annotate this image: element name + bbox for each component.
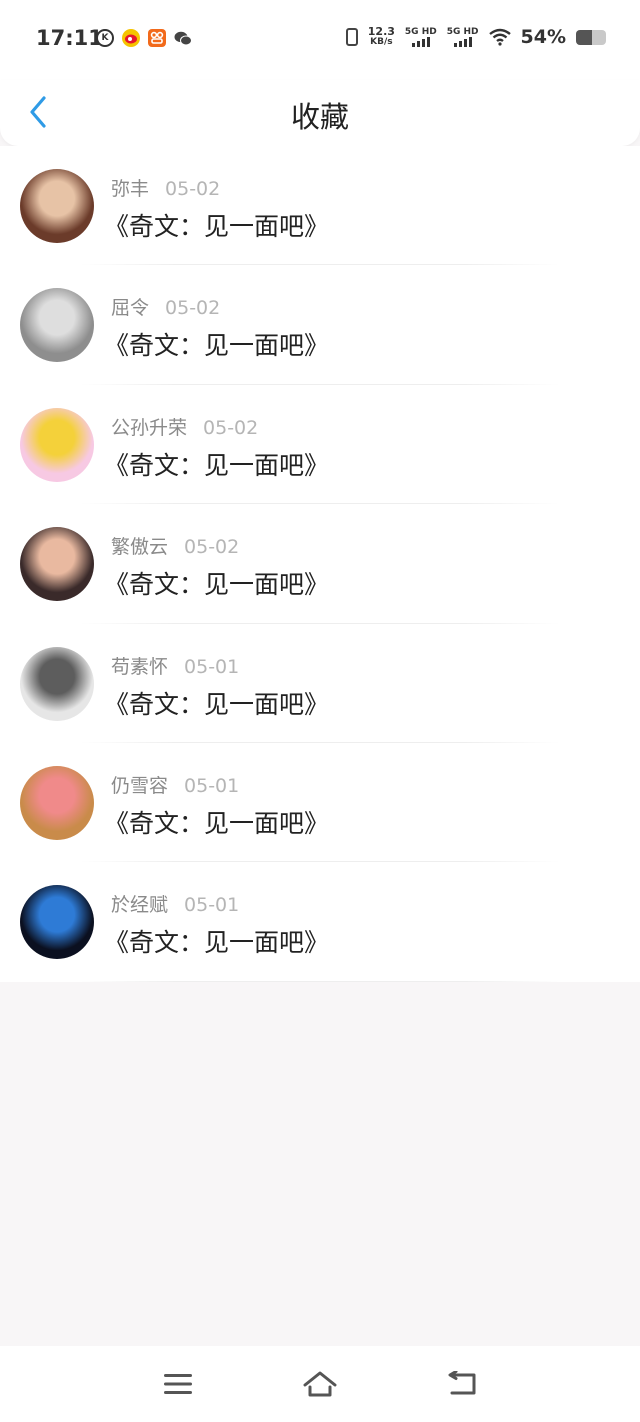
avatar[interactable] <box>20 646 94 721</box>
status-right: 12.3 KB/s 5G HD 5G HD 54% <box>345 26 606 48</box>
author-name: 於经赋 <box>111 894 169 917</box>
favorite-item[interactable]: 屈令 05-02 《奇文：见一面吧》 <box>0 265 640 385</box>
avatar[interactable] <box>20 288 94 363</box>
wechat-icon <box>174 29 192 47</box>
system-back-button[interactable] <box>442 1366 482 1402</box>
notification-icons: K <box>96 29 192 47</box>
item-title[interactable]: 《奇文：见一面吧》 <box>104 685 329 721</box>
home-icon <box>303 1371 337 1397</box>
author-name: 仍雪容 <box>111 774 169 797</box>
vibrate-icon <box>345 28 358 46</box>
wifi-icon <box>488 28 511 46</box>
author-name: 繁傲云 <box>111 536 169 559</box>
menu-icon <box>164 1374 192 1394</box>
signal-bars-icon <box>453 37 472 47</box>
network-speed: 12.3 KB/s <box>368 26 395 48</box>
item-date: 05-01 <box>184 894 240 917</box>
sim2-label: 5G HD <box>446 27 479 37</box>
avatar[interactable] <box>20 527 94 602</box>
item-meta: 公孙升荣 05-02 <box>111 413 258 440</box>
battery-percent: 54% <box>520 26 566 48</box>
favorites-list: 弥丰 05-02 《奇文：见一面吧》 屈令 05-02 《奇文：见一面吧》 公孙升荣 05-0… <box>0 146 640 982</box>
favorite-item[interactable]: 於经赋 05-01 《奇文：见一面吧》 <box>0 862 640 982</box>
item-date: 05-01 <box>184 774 240 797</box>
avatar[interactable] <box>20 765 94 840</box>
item-date: 05-01 <box>184 655 240 678</box>
item-title[interactable]: 《奇文：见一面吧》 <box>104 326 329 362</box>
app-icon <box>148 29 166 47</box>
item-title[interactable]: 《奇文：见一面吧》 <box>104 804 329 840</box>
item-meta: 苟素怀 05-01 <box>111 652 239 679</box>
k-icon: K <box>96 29 114 47</box>
status-bar: 17:11 K 12.3 KB/s 5G HD 5G HD 54% <box>0 0 640 80</box>
avatar[interactable] <box>20 169 94 243</box>
item-date: 05-02 <box>184 536 240 559</box>
home-button[interactable] <box>300 1366 340 1402</box>
author-name: 屈令 <box>111 297 150 320</box>
item-meta: 於经赋 05-01 <box>111 890 239 917</box>
menu-button[interactable] <box>158 1366 198 1402</box>
speed-value: 12.3 <box>367 25 395 38</box>
favorite-item[interactable]: 公孙升荣 05-02 《奇文：见一面吧》 <box>0 385 640 505</box>
item-meta: 繁傲云 05-02 <box>111 532 239 559</box>
item-title[interactable]: 《奇文：见一面吧》 <box>104 923 329 959</box>
item-date: 05-02 <box>165 178 221 200</box>
speed-unit: KB/s <box>370 37 393 47</box>
avatar[interactable] <box>20 407 94 482</box>
item-date: 05-02 <box>203 416 259 439</box>
battery-icon <box>576 29 606 45</box>
item-meta: 屈令 05-02 <box>111 293 220 320</box>
item-meta: 弥丰 05-02 <box>111 174 220 201</box>
weibo-icon <box>122 29 140 47</box>
divider <box>80 980 560 982</box>
system-nav-bar <box>0 1346 640 1422</box>
author-name: 公孙升荣 <box>111 416 188 439</box>
signal-bars-icon <box>411 37 430 47</box>
favorite-item[interactable]: 繁傲云 05-02 《奇文：见一面吧》 <box>0 504 640 624</box>
favorite-item[interactable]: 苟素怀 05-01 《奇文：见一面吧》 <box>0 624 640 743</box>
item-title[interactable]: 《奇文：见一面吧》 <box>104 207 329 243</box>
item-meta: 仍雪容 05-01 <box>111 771 239 798</box>
favorite-item[interactable]: 弥丰 05-02 《奇文：见一面吧》 <box>0 146 640 266</box>
sim1-signal: 5G HD <box>405 27 437 47</box>
sim2-signal: 5G HD <box>447 27 479 47</box>
item-title[interactable]: 《奇文：见一面吧》 <box>104 565 329 601</box>
author-name: 苟素怀 <box>111 655 169 678</box>
page-title: 收藏 <box>290 100 349 134</box>
item-title[interactable]: 《奇文：见一面吧》 <box>104 446 329 482</box>
favorite-item[interactable]: 仍雪容 05-01 《奇文：见一面吧》 <box>0 743 640 863</box>
back-icon <box>448 1371 476 1395</box>
author-name: 弥丰 <box>111 178 150 200</box>
status-time: 17:11 <box>36 26 103 50</box>
item-date: 05-02 <box>165 297 221 320</box>
sim1-label: 5G HD <box>404 27 437 37</box>
nav-bar: 收藏 <box>0 80 640 146</box>
avatar[interactable] <box>20 885 94 960</box>
